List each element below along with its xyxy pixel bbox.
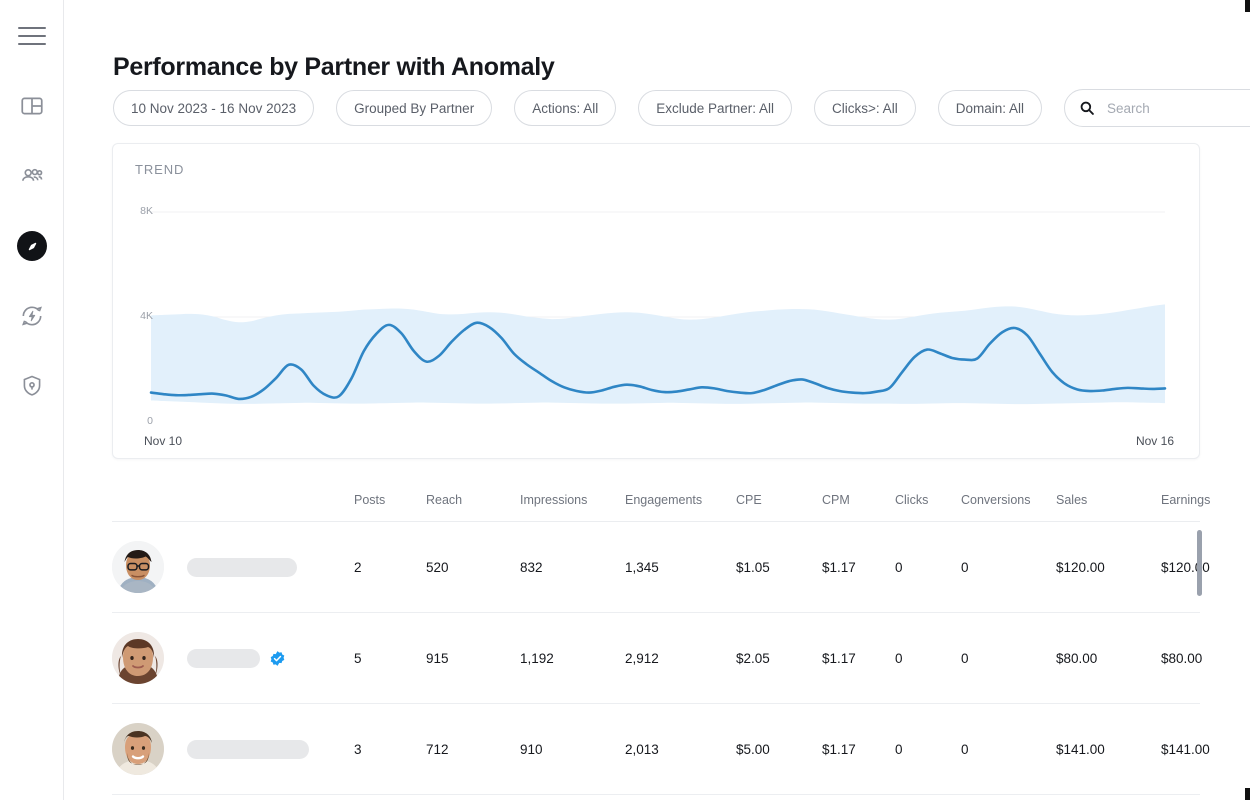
table-row[interactable]: 5 915 1,192 2,912 $2.05 $1.17 0 0 $80.00… xyxy=(112,613,1200,704)
table-body: 2 520 832 1,345 $1.05 $1.17 0 0 $120.00 … xyxy=(112,522,1200,795)
column-header-impressions[interactable]: Impressions xyxy=(520,493,625,507)
expected-range-band xyxy=(151,304,1165,404)
cell-cpm: $1.17 xyxy=(822,560,895,575)
page-edge-marker-bottom xyxy=(1245,788,1250,800)
table-row[interactable]: 3 712 910 2,013 $5.00 $1.17 0 0 $141.00 … xyxy=(112,704,1200,795)
partner-cell[interactable] xyxy=(112,723,354,775)
cell-reach: 915 xyxy=(426,651,520,666)
cell-posts: 5 xyxy=(354,651,426,666)
cell-conversions: 0 xyxy=(961,742,1056,757)
sidebar xyxy=(0,0,64,800)
trend-card: TREND 8K 4K 0 Nov 10 Nov 16 xyxy=(112,143,1200,459)
cell-impressions: 910 xyxy=(520,742,625,757)
column-header-clicks[interactable]: Clicks xyxy=(895,493,961,507)
trend-chart: 8K 4K 0 Nov 10 Nov 16 xyxy=(113,144,1200,459)
table-scrollbar-thumb[interactable] xyxy=(1197,530,1202,596)
sidebar-item-menu-toggle[interactable] xyxy=(0,14,64,58)
table-header-row: Posts Reach Impressions Engagements CPE … xyxy=(112,478,1200,522)
sidebar-item-security[interactable] xyxy=(0,364,64,408)
shield-lock-icon xyxy=(19,373,45,399)
search-box[interactable] xyxy=(1064,89,1250,127)
cell-clicks: 0 xyxy=(895,742,961,757)
cell-sales: $120.00 xyxy=(1056,560,1161,575)
cell-posts: 3 xyxy=(354,742,426,757)
column-header-posts[interactable]: Posts xyxy=(354,493,426,507)
table-row[interactable]: 2 520 832 1,345 $1.05 $1.17 0 0 $120.00 … xyxy=(112,522,1200,613)
cell-impressions: 832 xyxy=(520,560,625,575)
sidebar-item-audience[interactable] xyxy=(0,154,64,198)
cell-cpe: $1.05 xyxy=(736,560,822,575)
search-icon xyxy=(1079,100,1095,116)
cell-engagements: 2,013 xyxy=(625,742,736,757)
cell-clicks: 0 xyxy=(895,560,961,575)
sidebar-item-automation[interactable] xyxy=(0,294,64,338)
avatar xyxy=(112,723,164,775)
search-input[interactable] xyxy=(1105,100,1250,117)
avatar-image xyxy=(112,541,164,593)
cell-sales: $80.00 xyxy=(1056,651,1161,666)
cell-conversions: 0 xyxy=(961,560,1056,575)
partner-cell[interactable] xyxy=(112,541,354,593)
cell-impressions: 1,192 xyxy=(520,651,625,666)
column-header-cpe[interactable]: CPE xyxy=(736,493,822,507)
partner-name-redacted xyxy=(187,740,309,759)
filter-chip-domain[interactable]: Domain: All xyxy=(938,90,1042,126)
page-edge-marker-top xyxy=(1245,0,1250,12)
cell-earnings: $141.00 xyxy=(1161,742,1250,757)
cell-conversions: 0 xyxy=(961,651,1056,666)
column-header-cpm[interactable]: CPM xyxy=(822,493,895,507)
compass-icon xyxy=(23,237,42,256)
avatar-image xyxy=(112,723,164,775)
column-header-sales[interactable]: Sales xyxy=(1056,493,1161,507)
column-header-earnings[interactable]: Earnings xyxy=(1161,493,1250,507)
page-title: Performance by Partner with Anomaly xyxy=(113,53,554,82)
people-group-icon xyxy=(19,163,45,189)
main-content: Performance by Partner with Anomaly 10 N… xyxy=(64,0,1250,800)
cell-cpe: $2.05 xyxy=(736,651,822,666)
cell-earnings: $80.00 xyxy=(1161,651,1250,666)
lightning-refresh-icon xyxy=(19,303,45,329)
sidebar-item-discover[interactable] xyxy=(0,224,64,268)
partner-performance-table: Posts Reach Impressions Engagements CPE … xyxy=(112,478,1200,795)
partner-cell[interactable] xyxy=(112,632,354,684)
column-header-engagements[interactable]: Engagements xyxy=(625,493,736,507)
filter-bar: 10 Nov 2023 - 16 Nov 2023 Grouped By Par… xyxy=(113,89,1250,127)
avatar xyxy=(112,541,164,593)
avatar xyxy=(112,632,164,684)
cell-sales: $141.00 xyxy=(1056,742,1161,757)
cell-reach: 520 xyxy=(426,560,520,575)
verified-badge-icon xyxy=(269,650,286,667)
y-axis-tick-8k: 8K xyxy=(127,205,153,217)
table-scrollbar[interactable] xyxy=(1197,530,1202,782)
filter-chip-date-range[interactable]: 10 Nov 2023 - 16 Nov 2023 xyxy=(113,90,314,126)
filter-chip-clicks[interactable]: Clicks>: All xyxy=(814,90,916,126)
filter-chip-actions[interactable]: Actions: All xyxy=(514,90,616,126)
cell-cpm: $1.17 xyxy=(822,651,895,666)
y-axis-tick-0: 0 xyxy=(127,415,153,427)
trend-chart-svg xyxy=(113,144,1200,459)
cell-posts: 2 xyxy=(354,560,426,575)
cell-cpm: $1.17 xyxy=(822,742,895,757)
partner-name-redacted xyxy=(187,649,260,668)
x-axis-tick-end: Nov 16 xyxy=(1136,434,1174,448)
cell-engagements: 1,345 xyxy=(625,560,736,575)
filter-chip-grouped-by[interactable]: Grouped By Partner xyxy=(336,90,492,126)
partner-name-redacted xyxy=(187,558,297,577)
cell-reach: 712 xyxy=(426,742,520,757)
y-axis-tick-4k: 4K xyxy=(127,310,153,322)
cell-engagements: 2,912 xyxy=(625,651,736,666)
column-header-conversions[interactable]: Conversions xyxy=(961,493,1056,507)
app-root: Performance by Partner with Anomaly 10 N… xyxy=(0,0,1250,800)
sidebar-item-dashboard[interactable] xyxy=(0,84,64,128)
cell-cpe: $5.00 xyxy=(736,742,822,757)
cell-earnings: $120.00 xyxy=(1161,560,1250,575)
cell-clicks: 0 xyxy=(895,651,961,666)
hamburger-icon xyxy=(18,27,46,45)
filter-chip-exclude-partner[interactable]: Exclude Partner: All xyxy=(638,90,792,126)
avatar-image xyxy=(112,632,164,684)
column-header-reach[interactable]: Reach xyxy=(426,493,520,507)
x-axis-tick-start: Nov 10 xyxy=(144,434,182,448)
active-nav-pill xyxy=(17,231,47,261)
layout-grid-icon xyxy=(19,93,45,119)
